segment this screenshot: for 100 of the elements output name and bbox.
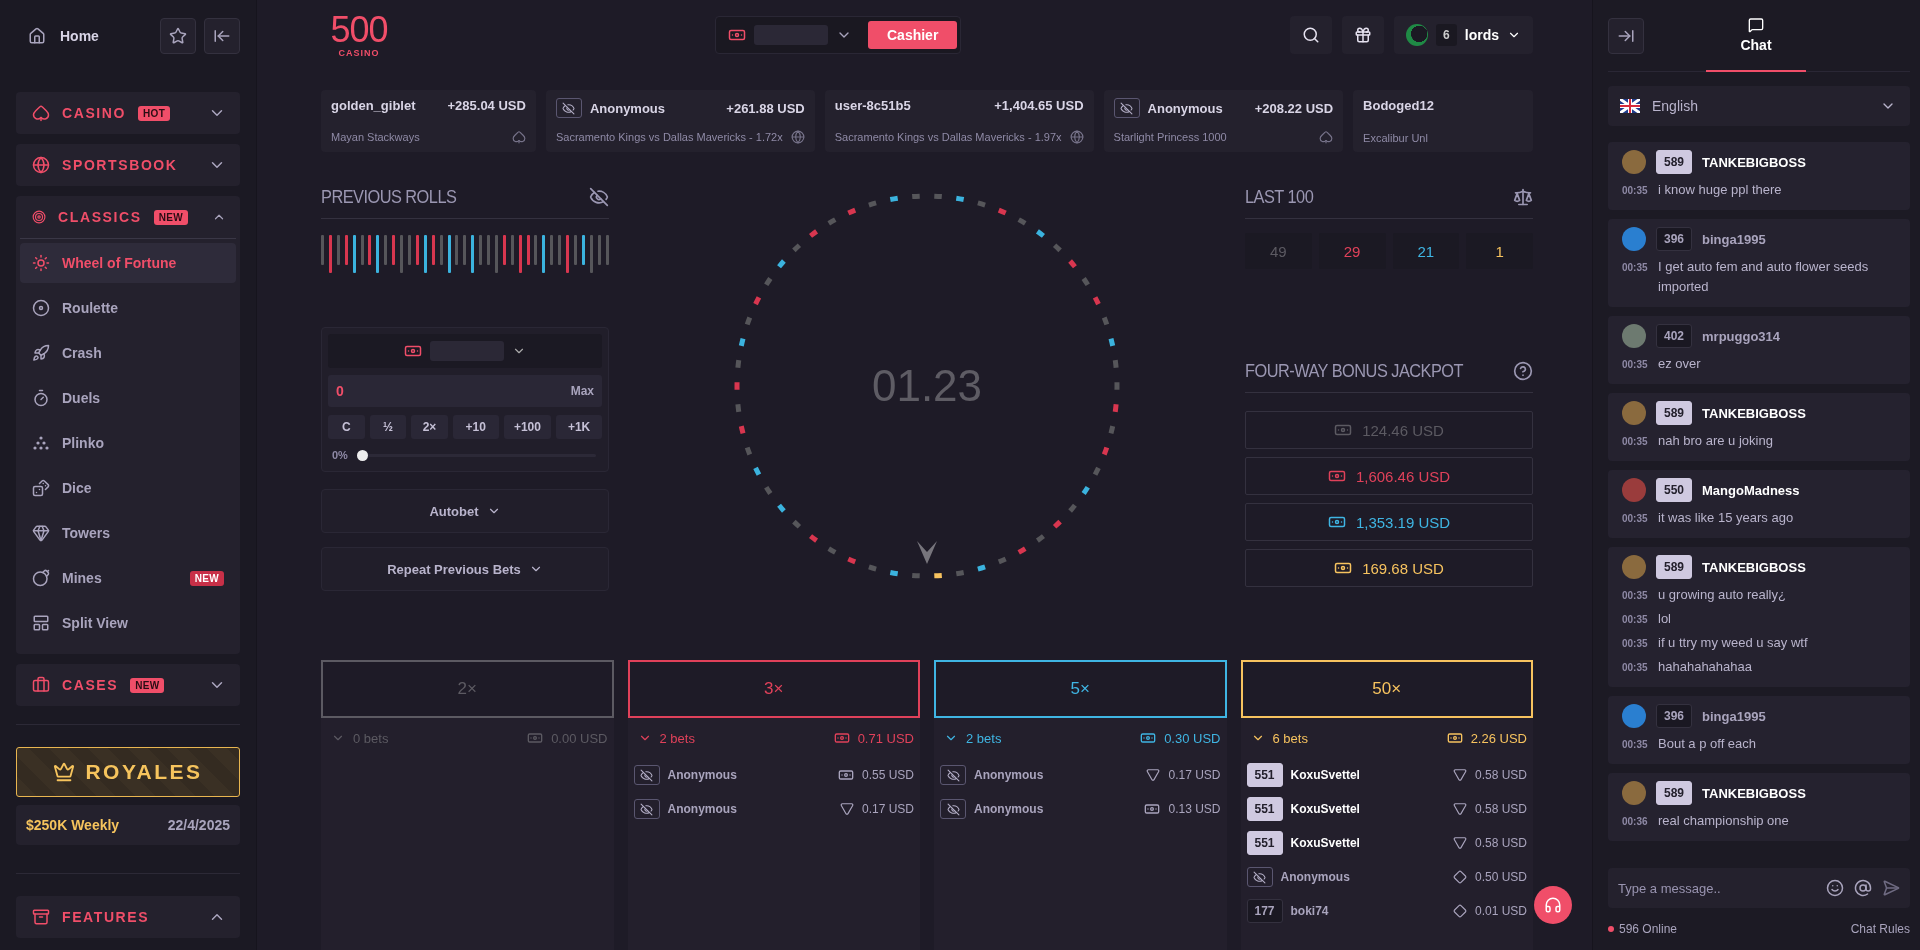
bet-total: 2.26 USD bbox=[1470, 730, 1527, 746]
hide-icon[interactable] bbox=[589, 186, 609, 207]
pointer-icon bbox=[917, 541, 937, 564]
cash-icon bbox=[833, 730, 850, 746]
quick-bet-button[interactable]: 2× bbox=[411, 415, 448, 439]
user-name: binga1995 bbox=[1702, 708, 1766, 724]
quick-bet-button[interactable]: C bbox=[328, 415, 365, 439]
count-tile: 49 bbox=[1245, 233, 1312, 269]
repeat-bets-button[interactable]: Repeat Previous Bets bbox=[321, 547, 609, 591]
user-name: user-8c51b5 bbox=[834, 98, 911, 113]
player-name: boki74 bbox=[1290, 904, 1329, 918]
user-name: TANKEBIGBOSS bbox=[1702, 785, 1806, 801]
profile-button[interactable]: 6 lords bbox=[1394, 16, 1533, 54]
nav-item[interactable]: Crash bbox=[20, 333, 236, 373]
scale-icon[interactable] bbox=[1513, 186, 1533, 207]
multiplier-button[interactable]: 50× bbox=[1240, 660, 1533, 718]
game-name: Starlight Princess 1000 bbox=[1113, 131, 1227, 143]
section-header[interactable]: SPORTSBOOK bbox=[16, 144, 240, 186]
new-badge: NEW bbox=[189, 570, 224, 586]
support-button[interactable] bbox=[1534, 886, 1572, 924]
diamond-icon bbox=[1452, 870, 1467, 884]
quick-bet-button[interactable]: ½ bbox=[369, 415, 407, 439]
home-link[interactable]: Home bbox=[16, 27, 152, 45]
multiplier-button[interactable]: 3× bbox=[627, 660, 920, 718]
mention-icon[interactable] bbox=[1854, 879, 1872, 897]
bet-total: 0.00 USD bbox=[551, 730, 608, 746]
slider-thumb[interactable] bbox=[356, 449, 368, 461]
section-header[interactable]: CASES NEW bbox=[16, 664, 240, 706]
collapse-sidebar-button[interactable] bbox=[204, 18, 240, 54]
level-badge: 589 bbox=[1656, 401, 1693, 425]
nav-item[interactable]: Plinko bbox=[20, 423, 236, 463]
quick-bet-button[interactable]: +10 bbox=[452, 415, 499, 439]
jackpot-amount: 124.46 USD bbox=[1362, 421, 1444, 439]
user-name: mrpuggo314 bbox=[1702, 328, 1781, 344]
nav-item[interactable]: Roulette bbox=[20, 288, 236, 328]
multiplier-button[interactable]: 5× bbox=[934, 660, 1227, 718]
message-time: 00:35 bbox=[1622, 739, 1649, 750]
online-count: 596 Online bbox=[1619, 922, 1678, 936]
prize-text: $250K Weekly bbox=[26, 817, 120, 833]
nav-item[interactable]: Duels bbox=[20, 378, 236, 418]
help-icon[interactable] bbox=[1513, 360, 1533, 381]
panel-title: FOUR-WAY BONUS JACKPOT bbox=[1245, 359, 1464, 382]
gift-icon bbox=[1354, 26, 1373, 44]
nav-item[interactable]: Mines NEW bbox=[20, 558, 236, 598]
level-badge: 589 bbox=[1656, 781, 1693, 805]
royales-banner[interactable]: ROYALES bbox=[16, 747, 240, 797]
max-button[interactable]: Max bbox=[562, 375, 602, 407]
section-header[interactable]: CLASSICS NEW bbox=[16, 196, 240, 238]
status-dot bbox=[1608, 926, 1614, 932]
panel-title: LAST 100 bbox=[1245, 185, 1314, 208]
rocket-icon bbox=[32, 344, 50, 362]
message-text: I get auto fem and auto flower seeds imported bbox=[1658, 258, 1870, 296]
level-badge: 177 bbox=[1246, 899, 1283, 923]
section-header[interactable]: CASINO HOT bbox=[16, 92, 240, 134]
nav-item[interactable]: Towers bbox=[20, 513, 236, 553]
autobet-button[interactable]: Autobet bbox=[321, 489, 609, 533]
nav-item[interactable]: Split View bbox=[20, 603, 236, 643]
message-time: 00:35 bbox=[1622, 359, 1649, 370]
chat-rules-link[interactable]: Chat Rules bbox=[1850, 922, 1910, 936]
level-badge: 551 bbox=[1246, 763, 1283, 787]
bet-total: 0.71 USD bbox=[857, 730, 914, 746]
triangle-icon bbox=[1146, 768, 1161, 782]
bet-count: 0 bets bbox=[353, 730, 389, 746]
level-badge: 396 bbox=[1656, 704, 1693, 728]
bet-count: 2 bets bbox=[966, 730, 1002, 746]
collapse-chat-button[interactable] bbox=[1608, 17, 1644, 54]
slider-reading: 0% bbox=[332, 449, 348, 461]
home-icon bbox=[28, 27, 46, 45]
message-field[interactable]: Type a message.. bbox=[1608, 868, 1910, 908]
section-header[interactable]: FEATURES bbox=[16, 896, 240, 938]
dots-icon bbox=[32, 434, 50, 452]
message-time: 00:35 bbox=[1622, 185, 1649, 196]
hot-badge: NEW bbox=[130, 677, 165, 693]
quick-bet-button[interactable]: +1K bbox=[556, 415, 602, 439]
bet-amount-field[interactable]: 0 bbox=[328, 375, 563, 407]
logo-number: 500 bbox=[330, 12, 388, 48]
cash-icon bbox=[837, 767, 854, 783]
language-select[interactable]: English bbox=[1608, 86, 1910, 126]
win-amount: +285.04 USD bbox=[446, 98, 526, 113]
message-time: 00:35 bbox=[1622, 262, 1649, 273]
emoji-icon[interactable] bbox=[1826, 879, 1844, 897]
roulette-icon bbox=[32, 299, 50, 317]
bet-count: 2 bets bbox=[659, 730, 695, 746]
cashier-button[interactable]: Cashier bbox=[868, 21, 958, 49]
win-amount: +1,404.65 USD bbox=[993, 98, 1084, 113]
triangle-icon bbox=[839, 802, 854, 816]
player-name: Anonymous bbox=[667, 768, 737, 782]
message-time: 00:35 bbox=[1622, 590, 1649, 601]
nav-item[interactable]: Wheel of Fortune bbox=[20, 243, 236, 283]
player-name: KoxuSvettel bbox=[1290, 836, 1360, 850]
quick-bet-button[interactable]: +100 bbox=[503, 415, 552, 439]
gift-button[interactable] bbox=[1342, 16, 1385, 54]
favorites-button[interactable] bbox=[160, 18, 196, 54]
nav-item[interactable]: Dice bbox=[20, 468, 236, 508]
level-badge: 589 bbox=[1656, 150, 1693, 174]
level-badge: 551 bbox=[1246, 831, 1283, 855]
search-button[interactable] bbox=[1290, 16, 1333, 54]
message-text: ez over bbox=[1658, 355, 1701, 373]
chat-tab[interactable]: Chat bbox=[1706, 0, 1806, 72]
send-icon[interactable] bbox=[1882, 879, 1900, 897]
